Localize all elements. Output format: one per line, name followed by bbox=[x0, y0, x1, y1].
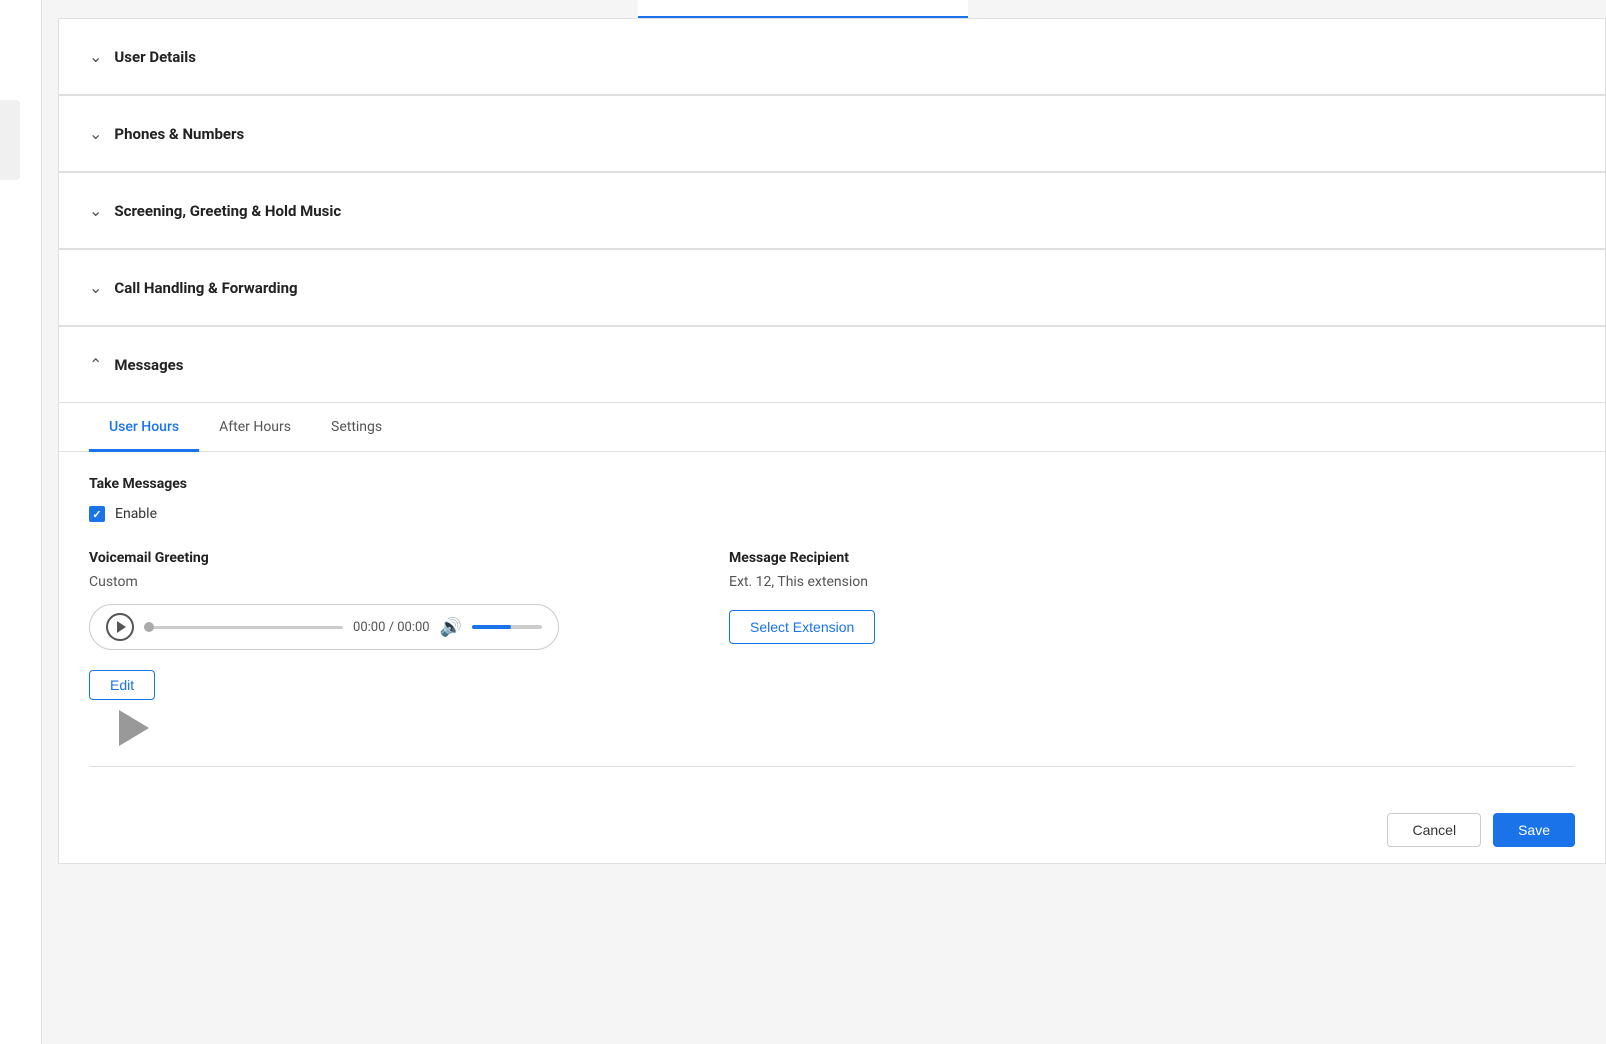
take-messages-label: Take Messages bbox=[89, 476, 1575, 492]
cancel-button[interactable]: Cancel bbox=[1387, 813, 1481, 847]
messages-title: Messages bbox=[114, 356, 183, 374]
accordion-section-user-details: ⌄ User Details bbox=[58, 18, 1606, 95]
chevron-down-icon: ⌄ bbox=[89, 47, 102, 66]
save-button[interactable]: Save bbox=[1493, 813, 1575, 847]
screening-title: Screening, Greeting & Hold Music bbox=[114, 202, 341, 220]
audio-player: 00:00 / 00:00 🔊 bbox=[89, 604, 559, 650]
time-display: 00:00 / 00:00 bbox=[353, 620, 430, 635]
accordion-section-call-handling: ⌄ Call Handling & Forwarding bbox=[58, 249, 1606, 326]
left-sidebar bbox=[0, 0, 42, 1044]
voicemail-greeting-col: Voicemail Greeting Custom 00:00 / 00:00 … bbox=[89, 550, 669, 746]
chevron-up-icon: ⌃ bbox=[89, 355, 102, 374]
chevron-down-icon-4: ⌄ bbox=[89, 278, 102, 297]
enable-checkbox[interactable] bbox=[89, 506, 105, 522]
accordion-section-screening: ⌄ Screening, Greeting & Hold Music bbox=[58, 172, 1606, 249]
accordion-section-messages: ⌃ Messages User Hours After Hours Settin… bbox=[58, 326, 1606, 864]
play-button[interactable] bbox=[106, 613, 134, 641]
sidebar-tab bbox=[0, 100, 20, 180]
progress-bar[interactable] bbox=[144, 626, 343, 629]
phones-numbers-title: Phones & Numbers bbox=[114, 125, 244, 143]
play-triangle-icon bbox=[119, 710, 149, 746]
page-wrapper: ⌄ User Details ⌄ Phones & Numbers ⌄ Scre… bbox=[0, 0, 1606, 1044]
volume-bar[interactable] bbox=[472, 625, 542, 629]
tab-settings[interactable]: Settings bbox=[311, 403, 402, 452]
chevron-down-icon-3: ⌄ bbox=[89, 201, 102, 220]
enable-label: Enable bbox=[115, 506, 157, 522]
voicemail-greeting-label: Voicemail Greeting bbox=[89, 550, 669, 566]
voicemail-greeting-value: Custom bbox=[89, 574, 669, 590]
select-extension-button[interactable]: Select Extension bbox=[729, 610, 875, 644]
call-handling-title: Call Handling & Forwarding bbox=[114, 279, 297, 297]
accordion-header-user-details[interactable]: ⌄ User Details bbox=[59, 19, 1605, 94]
messages-expanded-content: User Hours After Hours Settings Take Mes… bbox=[59, 402, 1605, 863]
progress-thumb bbox=[144, 622, 154, 632]
volume-fill bbox=[472, 625, 511, 629]
enable-row: Enable bbox=[89, 506, 1575, 522]
accordion-header-messages[interactable]: ⌃ Messages bbox=[59, 327, 1605, 402]
tabs-bar: User Hours After Hours Settings bbox=[59, 403, 1605, 452]
user-details-title: User Details bbox=[114, 48, 196, 66]
chevron-down-icon-2: ⌄ bbox=[89, 124, 102, 143]
volume-icon[interactable]: 🔊 bbox=[440, 617, 462, 638]
accordion-header-call-handling[interactable]: ⌄ Call Handling & Forwarding bbox=[59, 250, 1605, 325]
messages-body: Take Messages Enable Voicemail Greeting … bbox=[59, 452, 1605, 797]
edit-button[interactable]: Edit bbox=[89, 670, 155, 700]
message-recipient-col: Message Recipient Ext. 12, This extensio… bbox=[729, 550, 1575, 644]
divider bbox=[89, 766, 1575, 767]
two-col-layout: Voicemail Greeting Custom 00:00 / 00:00 … bbox=[89, 550, 1575, 746]
message-recipient-label: Message Recipient bbox=[729, 550, 1575, 566]
accordion-header-phones-numbers[interactable]: ⌄ Phones & Numbers bbox=[59, 96, 1605, 171]
main-content: ⌄ User Details ⌄ Phones & Numbers ⌄ Scre… bbox=[58, 18, 1606, 864]
top-progress-bar bbox=[638, 0, 968, 18]
bottom-buttons-row: Cancel Save bbox=[59, 797, 1605, 863]
tab-user-hours[interactable]: User Hours bbox=[89, 403, 199, 452]
tab-after-hours[interactable]: After Hours bbox=[199, 403, 311, 452]
accordion-section-phones-numbers: ⌄ Phones & Numbers bbox=[58, 95, 1606, 172]
accordion-header-screening[interactable]: ⌄ Screening, Greeting & Hold Music bbox=[59, 173, 1605, 248]
recipient-ext-value: Ext. 12, This extension bbox=[729, 574, 1575, 590]
